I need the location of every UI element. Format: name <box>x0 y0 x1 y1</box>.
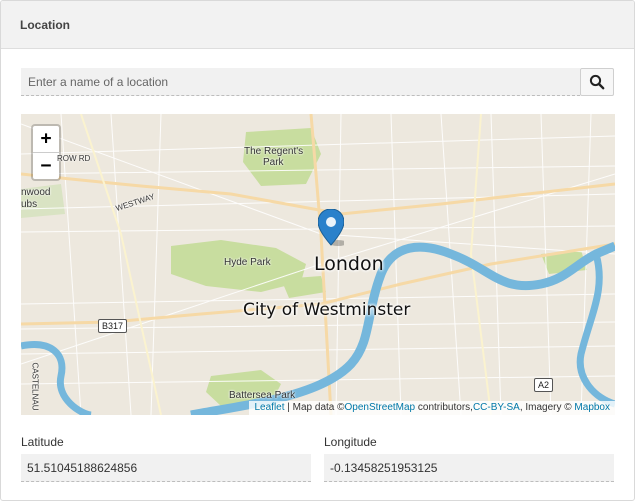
longitude-field[interactable] <box>324 454 614 482</box>
map-label-london: London <box>314 253 384 275</box>
attribution-map-data: | Map data © <box>284 402 345 413</box>
map-label-hwood: nwood <box>21 187 51 198</box>
mapbox-link[interactable]: Mapbox <box>574 402 610 413</box>
search-icon <box>589 74 605 90</box>
road-shield-b317: B317 <box>98 319 128 333</box>
map-label-hwood-2: ubs <box>21 199 38 210</box>
location-search <box>21 68 614 96</box>
zoom-in-button[interactable]: + <box>33 126 59 153</box>
map-label-battersea-park: Battersea Park <box>229 390 296 401</box>
map-label-city-of-westminster: City of Westminster <box>243 300 411 320</box>
location-search-input[interactable] <box>21 68 580 96</box>
attribution-contributors: contributors, <box>415 402 473 413</box>
panel-header: Location <box>1 1 634 49</box>
location-panel: Location Enter a name of a location + − … <box>0 0 635 501</box>
location-marker-icon[interactable] <box>318 209 344 247</box>
cc-by-sa-link[interactable]: CC-BY-SA <box>473 402 520 413</box>
map-attribution: Leaflet | Map data ©OpenStreetMap contri… <box>249 401 615 415</box>
longitude-label: Longitude <box>324 435 377 449</box>
attribution-imagery: , Imagery © <box>519 402 575 413</box>
latitude-label: Latitude <box>21 435 64 449</box>
map-view[interactable]: + − The Regent's Park Hyde Park Batterse… <box>21 114 615 415</box>
map-label-castelnau: CASTELNAU <box>30 362 40 411</box>
map-label-regents-park-2: Park <box>263 157 284 168</box>
road-shield-a2: A2 <box>534 378 554 392</box>
openstreetmap-link[interactable]: OpenStreetMap <box>345 402 416 413</box>
zoom-control: + − <box>31 124 61 181</box>
zoom-out-button[interactable]: − <box>33 153 59 179</box>
latitude-field[interactable] <box>21 454 311 482</box>
panel-title: Location <box>20 17 70 32</box>
map-label-row-rd: ROW RD <box>57 154 91 163</box>
map-label-hyde-park: Hyde Park <box>224 257 271 268</box>
map-label-regents-park: The Regent's <box>244 146 304 157</box>
search-button[interactable] <box>580 68 614 96</box>
leaflet-link[interactable]: Leaflet <box>254 402 284 413</box>
